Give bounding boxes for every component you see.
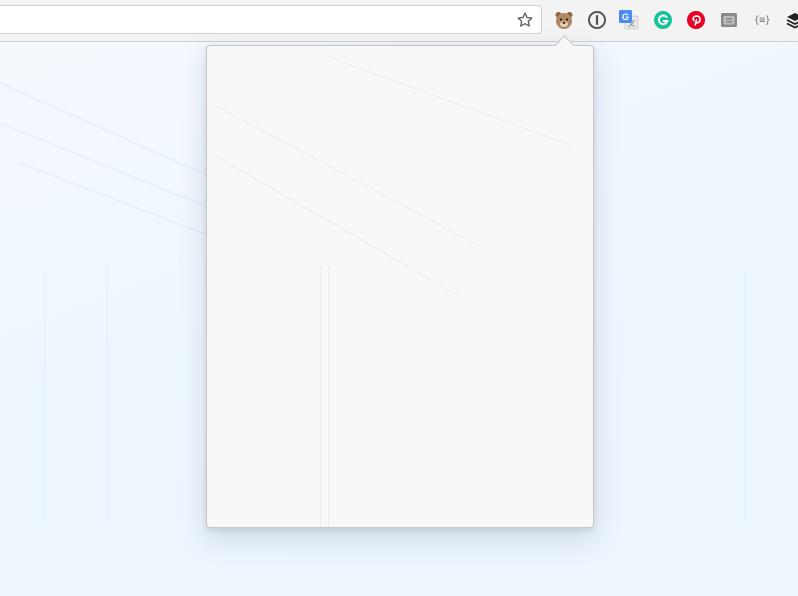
- bear-extension-icon[interactable]: [553, 9, 575, 31]
- google-translate-icon[interactable]: 文 G: [618, 9, 640, 31]
- address-bar[interactable]: [0, 5, 542, 34]
- json-viewer-glyph: {≡}: [753, 14, 771, 26]
- star-icon[interactable]: [515, 10, 535, 30]
- buffer-icon[interactable]: [784, 9, 798, 31]
- json-viewer-icon[interactable]: {≡}: [750, 9, 774, 31]
- svg-text:G: G: [622, 12, 629, 22]
- password-manager-icon[interactable]: [586, 9, 608, 31]
- gray-extension-icon[interactable]: [718, 9, 740, 31]
- pinterest-icon[interactable]: [685, 9, 707, 31]
- extension-popup: [206, 45, 594, 528]
- grammarly-icon[interactable]: [652, 9, 674, 31]
- browser-toolbar: 文 G {≡}: [0, 0, 798, 42]
